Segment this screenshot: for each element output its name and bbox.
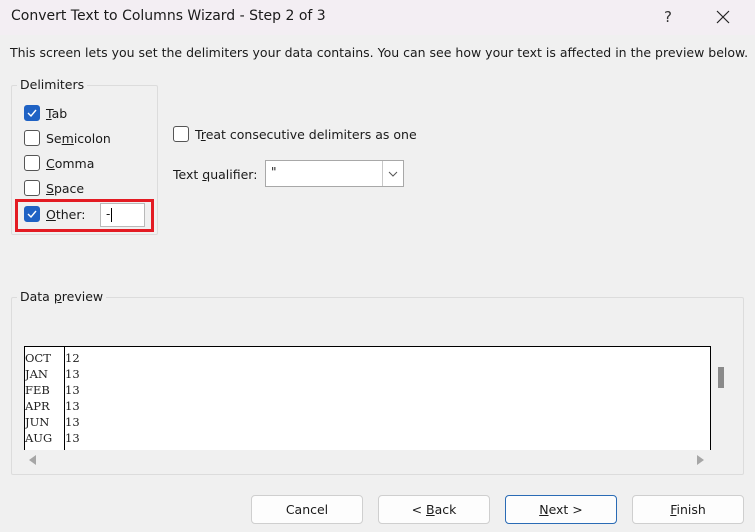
checkbox-box[interactable] [24, 105, 40, 121]
title-bar: Convert Text to Columns Wizard - Step 2 … [0, 0, 755, 35]
vertical-scrollbar-thumb[interactable] [718, 367, 724, 388]
close-icon [716, 10, 730, 24]
comma-label: Comma [46, 155, 95, 171]
space-label: Space [46, 180, 85, 196]
checkbox-box[interactable] [24, 130, 40, 146]
tab-label: Tab [46, 105, 68, 121]
intro-text: This screen lets you set the delimiters … [10, 45, 749, 60]
data-preview-label: Data preview [17, 289, 107, 304]
data-preview-box[interactable]: OCT 12 JAN 13 FEB 13 APR 13 JUN 13 AUG 13 [24, 346, 711, 450]
window-title: Convert Text to Columns Wizard - Step 2 … [11, 8, 326, 24]
checkbox-box[interactable] [24, 180, 40, 196]
comma-checkbox[interactable]: Comma [24, 153, 94, 173]
next-button[interactable]: Next > [505, 495, 617, 524]
treat-consecutive-checkbox[interactable]: Treat consecutive delimiters as one [173, 126, 417, 142]
delimiters-group-label: Delimiters [17, 77, 88, 92]
scroll-right-arrow-icon[interactable] [697, 455, 704, 465]
treat-consecutive-label: Treat consecutive delimiters as one [195, 126, 417, 142]
help-button[interactable]: ? [655, 4, 681, 30]
checkbox-box[interactable] [173, 126, 189, 142]
dropdown-button[interactable] [382, 161, 403, 186]
checkbox-box[interactable] [24, 155, 40, 171]
back-button[interactable]: < Back [378, 495, 490, 524]
semicolon-label: Semicolon [46, 130, 111, 146]
check-icon [27, 109, 37, 117]
highlight-annotation-box [15, 199, 154, 232]
chevron-down-icon [388, 171, 398, 177]
scroll-left-arrow-icon[interactable] [29, 455, 36, 465]
semicolon-checkbox[interactable]: Semicolon [24, 128, 111, 148]
space-checkbox[interactable]: Space [24, 178, 84, 198]
close-button[interactable] [708, 4, 738, 30]
cancel-button[interactable]: Cancel [251, 495, 363, 524]
tab-checkbox[interactable]: Tab [24, 103, 67, 123]
text-qualifier-select[interactable]: " [265, 160, 404, 187]
text-qualifier-label: Text qualifier: [173, 167, 258, 182]
text-qualifier-value: " [271, 165, 277, 179]
finish-button[interactable]: Finish [632, 495, 744, 524]
